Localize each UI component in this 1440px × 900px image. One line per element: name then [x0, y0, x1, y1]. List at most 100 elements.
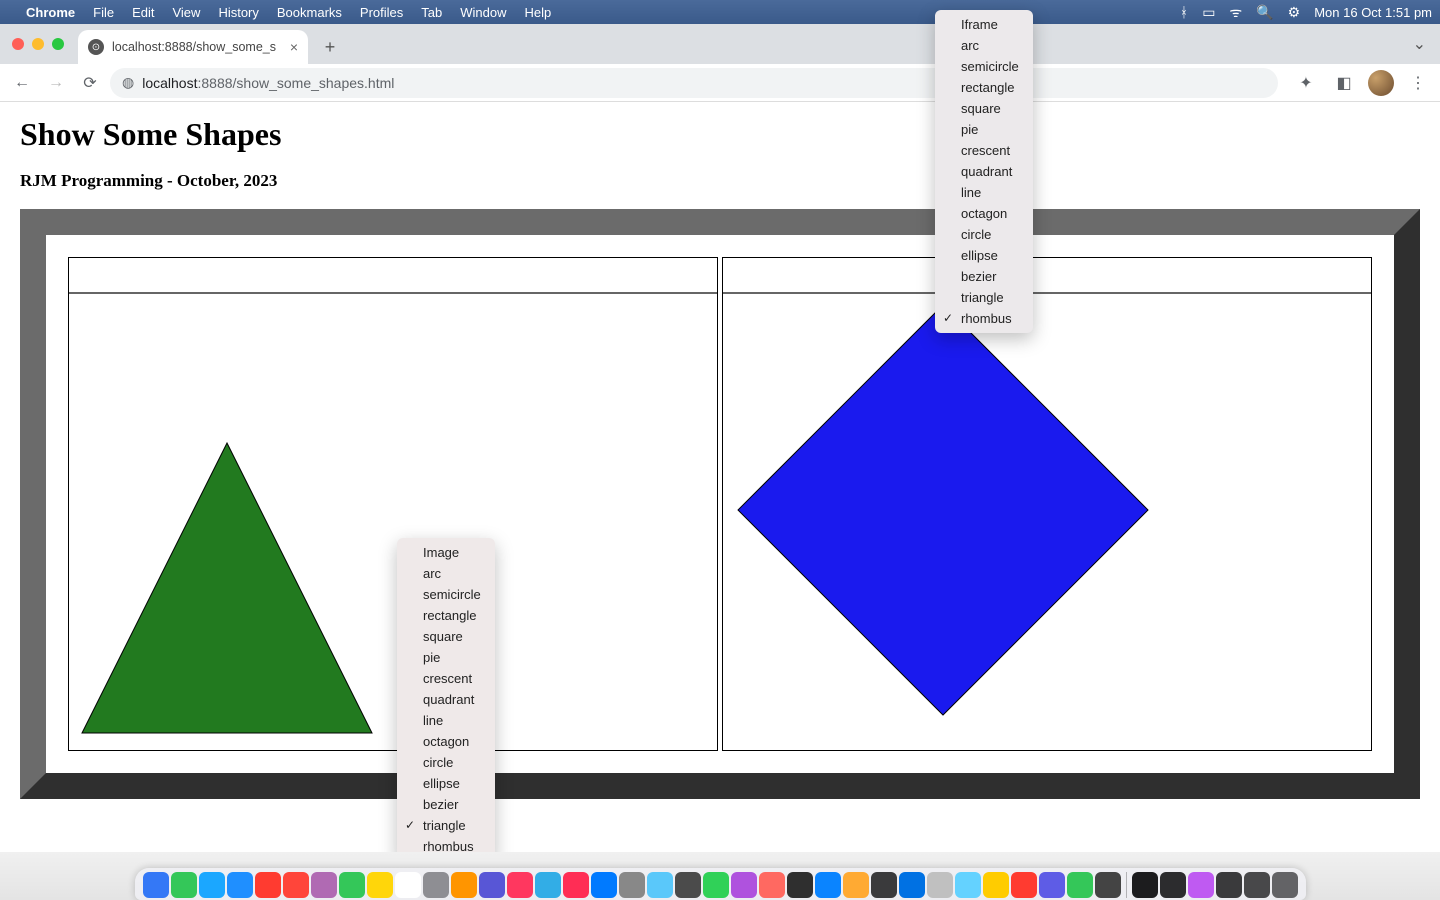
- extensions-icon[interactable]: ✦: [1292, 69, 1320, 97]
- shape-option-bezier[interactable]: bezier: [935, 266, 1033, 287]
- right-shape-select-popup[interactable]: Iframearcsemicirclerectanglesquarepiecre…: [935, 10, 1033, 333]
- shape-option-crescent[interactable]: crescent: [935, 140, 1033, 161]
- shape-option-ellipse[interactable]: ellipse: [935, 245, 1033, 266]
- shape-option-quadrant[interactable]: quadrant: [935, 161, 1033, 182]
- browser-tab[interactable]: ⊙ localhost:8888/show_some_s ×: [78, 30, 308, 64]
- dock-app-20[interactable]: [703, 872, 729, 898]
- dock-app-13[interactable]: [507, 872, 533, 898]
- left-shape-select-popup[interactable]: Imagearcsemicirclerectanglesquarepiecres…: [397, 538, 495, 852]
- menubar-app-name[interactable]: Chrome: [26, 5, 75, 20]
- dock-app-19[interactable]: [675, 872, 701, 898]
- dock-app-31[interactable]: [1011, 872, 1037, 898]
- bluetooth-icon[interactable]: ᚼ: [1180, 4, 1188, 20]
- site-info-icon[interactable]: ◍: [122, 74, 134, 91]
- dock-app-11[interactable]: [451, 872, 477, 898]
- shape-option-rhombus[interactable]: rhombus: [397, 836, 495, 852]
- dock-app-0[interactable]: [143, 872, 169, 898]
- dock-app-25[interactable]: [843, 872, 869, 898]
- menu-file[interactable]: File: [93, 5, 114, 20]
- dock-app-5[interactable]: [283, 872, 309, 898]
- dock-app-34[interactable]: [1095, 872, 1121, 898]
- sidepanel-icon[interactable]: ◧: [1330, 69, 1358, 97]
- shape-option-rhombus[interactable]: rhombus: [935, 308, 1033, 329]
- menubar-clock[interactable]: Mon 16 Oct 1:51 pm: [1314, 5, 1432, 20]
- shape-option-ellipse[interactable]: ellipse: [397, 773, 495, 794]
- dock-app-6[interactable]: [311, 872, 337, 898]
- profile-avatar[interactable]: [1368, 70, 1394, 96]
- address-bar[interactable]: ◍ localhost:8888/show_some_shapes.html: [110, 68, 1278, 98]
- shape-option-pie[interactable]: pie: [397, 647, 495, 668]
- dock-app-22[interactable]: [759, 872, 785, 898]
- dock-app-29[interactable]: [955, 872, 981, 898]
- dock-app-8[interactable]: [367, 872, 393, 898]
- dock-app-35[interactable]: [1132, 872, 1158, 898]
- right-panel-header[interactable]: [723, 258, 1371, 294]
- spotlight-icon[interactable]: 🔍: [1256, 4, 1273, 21]
- back-button[interactable]: ←: [8, 69, 36, 97]
- dock-app-15[interactable]: [563, 872, 589, 898]
- dock-app-37[interactable]: [1188, 872, 1214, 898]
- menu-history[interactable]: History: [218, 5, 258, 20]
- dock-app-18[interactable]: [647, 872, 673, 898]
- wifi-icon[interactable]: ᯤ: [1229, 3, 1242, 22]
- dock-app-26[interactable]: [871, 872, 897, 898]
- shape-option-octagon[interactable]: octagon: [397, 731, 495, 752]
- shape-option-quadrant[interactable]: quadrant: [397, 689, 495, 710]
- shape-option-semicircle[interactable]: semicircle: [397, 584, 495, 605]
- dock-app-21[interactable]: [731, 872, 757, 898]
- new-tab-button[interactable]: +: [316, 33, 344, 61]
- window-close-button[interactable]: [12, 38, 24, 50]
- tabs-dropdown-icon[interactable]: ⌄: [1413, 34, 1426, 54]
- dock-app-27[interactable]: [899, 872, 925, 898]
- menu-view[interactable]: View: [172, 5, 200, 20]
- dock-app-39[interactable]: [1244, 872, 1270, 898]
- shape-option-octagon[interactable]: octagon: [935, 203, 1033, 224]
- dock-app-12[interactable]: [479, 872, 505, 898]
- shape-option-rectangle[interactable]: rectangle: [397, 605, 495, 626]
- dock-app-4[interactable]: [255, 872, 281, 898]
- shape-option-rectangle[interactable]: rectangle: [935, 77, 1033, 98]
- control-center-icon[interactable]: ⚙: [1288, 4, 1301, 21]
- shape-option-arc[interactable]: arc: [935, 35, 1033, 56]
- chrome-menu-icon[interactable]: ⋮: [1404, 69, 1432, 97]
- shape-option-triangle[interactable]: triangle: [397, 815, 495, 836]
- dock-app-7[interactable]: [339, 872, 365, 898]
- dock-app-3[interactable]: [227, 872, 253, 898]
- shape-option-line[interactable]: line: [935, 182, 1033, 203]
- shape-option-square[interactable]: square: [397, 626, 495, 647]
- dock-app-10[interactable]: [423, 872, 449, 898]
- shape-option-arc[interactable]: arc: [397, 563, 495, 584]
- dock-app-30[interactable]: [983, 872, 1009, 898]
- dock-app-1[interactable]: [171, 872, 197, 898]
- dock-app-38[interactable]: [1216, 872, 1242, 898]
- shape-option-bezier[interactable]: bezier: [397, 794, 495, 815]
- dock-app-36[interactable]: [1160, 872, 1186, 898]
- tab-close-icon[interactable]: ×: [290, 39, 298, 55]
- dock-app-33[interactable]: [1067, 872, 1093, 898]
- dock-app-16[interactable]: [591, 872, 617, 898]
- window-zoom-button[interactable]: [52, 38, 64, 50]
- shape-option-semicircle[interactable]: semicircle: [935, 56, 1033, 77]
- dock-app-2[interactable]: [199, 872, 225, 898]
- shape-option-iframe[interactable]: Iframe: [935, 14, 1033, 35]
- menu-tab[interactable]: Tab: [421, 5, 442, 20]
- dock-app-40[interactable]: [1272, 872, 1298, 898]
- shape-option-circle[interactable]: circle: [935, 224, 1033, 245]
- dock-app-23[interactable]: [787, 872, 813, 898]
- menu-profiles[interactable]: Profiles: [360, 5, 403, 20]
- forward-button[interactable]: →: [42, 69, 70, 97]
- left-panel-header[interactable]: [69, 258, 717, 294]
- menu-edit[interactable]: Edit: [132, 5, 154, 20]
- window-minimize-button[interactable]: [32, 38, 44, 50]
- dock-app-17[interactable]: [619, 872, 645, 898]
- dock-app-28[interactable]: [927, 872, 953, 898]
- shape-option-crescent[interactable]: crescent: [397, 668, 495, 689]
- shape-option-image[interactable]: Image: [397, 542, 495, 563]
- reload-button[interactable]: ⟳: [76, 69, 104, 97]
- menu-bookmarks[interactable]: Bookmarks: [277, 5, 342, 20]
- menu-help[interactable]: Help: [525, 5, 552, 20]
- dock-app-32[interactable]: [1039, 872, 1065, 898]
- shape-option-pie[interactable]: pie: [935, 119, 1033, 140]
- battery-icon[interactable]: ▭: [1202, 4, 1215, 21]
- dock-app-24[interactable]: [815, 872, 841, 898]
